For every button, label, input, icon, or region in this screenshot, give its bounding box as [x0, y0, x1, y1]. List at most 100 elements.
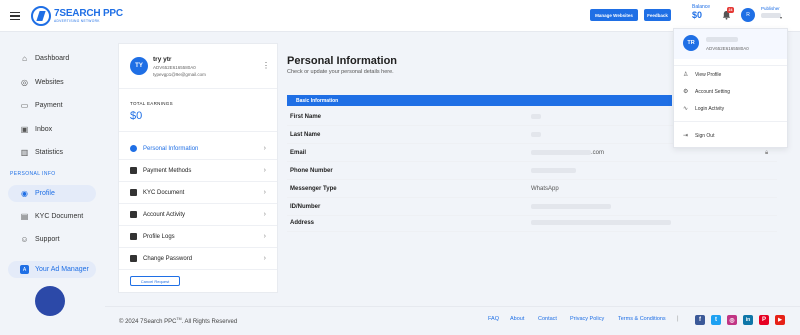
balance-display: Balance $0: [692, 4, 710, 20]
basic-information-header: Basic Information: [287, 95, 672, 106]
total-earnings-value: $0: [130, 110, 143, 122]
ad-manager-button[interactable]: A Your Ad Manager: [8, 261, 96, 278]
field-value-blurred: [531, 168, 576, 173]
page-title: Personal Information: [287, 55, 398, 67]
sidebar-item-payment[interactable]: ▭ Payment: [8, 97, 96, 114]
profile-email: typevgp1@9e@gmail.com: [153, 72, 206, 77]
field-value-blurred: [531, 150, 591, 155]
menu-change-password[interactable]: Change Password ›: [119, 248, 277, 270]
info-row-messenger-type: Messenger Type WhatsApp: [287, 180, 777, 198]
manage-websites-button[interactable]: Manage Websites: [590, 9, 638, 21]
chevron-right-icon: ›: [263, 255, 266, 262]
sidebar-item-label: Dashboard: [35, 55, 70, 62]
profile-card: TY try ytr ADV652E6165580A0 typevgp1@9e@…: [118, 43, 278, 293]
menu-item-label: Sign Out: [695, 132, 715, 139]
field-value-blurred: [531, 204, 611, 209]
user-role[interactable]: Publisher: [761, 6, 780, 11]
menu-account-activity[interactable]: Account Activity ›: [119, 204, 277, 226]
menu-personal-information[interactable]: Personal Information ›: [119, 138, 277, 160]
support-icon: ☺: [20, 235, 29, 244]
menu-label: Change Password: [143, 255, 193, 262]
info-row-phone-number: Phone Number: [287, 162, 777, 180]
sidebar-item-label: Support: [35, 236, 60, 243]
chat-widget-icon[interactable]: [35, 286, 65, 316]
chevron-right-icon: ›: [263, 189, 266, 196]
sidebar-item-label: Profile: [35, 190, 55, 197]
field-value-blurred: [531, 132, 541, 137]
footer: © 2024 7Search PPCTM. All Rights Reserve…: [105, 306, 800, 335]
dropdown-name-blurred: [706, 37, 738, 42]
page-subtitle: Check or update your personal details he…: [287, 69, 394, 75]
chevron-right-icon: ›: [263, 211, 266, 218]
globe-icon: ◎: [21, 78, 28, 87]
logo[interactable]: 7SEARCH PPC ADVERTISING NETWORK: [31, 5, 123, 27]
lock-icon: 🔒︎: [765, 150, 769, 156]
field-label: Email: [290, 149, 307, 156]
footer-link-privacy-policy[interactable]: Privacy Policy: [570, 316, 604, 322]
menu-item-account-setting[interactable]: ⚙︎ Account Setting: [674, 84, 787, 99]
footer-link-about[interactable]: About: [510, 316, 524, 322]
bar-chart-icon: ▥: [20, 148, 29, 157]
field-value-blurred: [531, 220, 671, 225]
divider: [119, 88, 277, 89]
home-icon: ⌂: [22, 54, 27, 63]
kebab-menu-icon[interactable]: ⋮: [262, 62, 270, 70]
footer-link-terms[interactable]: Terms & Conditions: [618, 316, 666, 322]
linkedin-icon[interactable]: in: [743, 315, 753, 325]
inbox-icon: ▣: [20, 125, 29, 134]
notification-badge: 24: [727, 7, 734, 13]
menu-profile-logs[interactable]: Profile Logs ›: [119, 226, 277, 248]
sidebar-item-kyc-document[interactable]: ▤ KYC Document: [8, 208, 96, 225]
total-earnings-label: TOTAL EARNINGS: [130, 101, 173, 106]
sidebar-item-label: Statistics: [35, 149, 64, 156]
footer-link-contact[interactable]: Contact: [538, 316, 557, 322]
instagram-icon[interactable]: ◎: [727, 315, 737, 325]
logo-subtitle: ADVERTISING NETWORK: [54, 18, 100, 23]
logout-icon: ⇥: [683, 132, 689, 139]
sidebar-item-statistics[interactable]: ▥ Statistics: [8, 144, 96, 161]
sidebar-item-websites[interactable]: ◎ Websites: [8, 74, 96, 91]
field-value: .com: [591, 149, 605, 156]
youtube-icon[interactable]: ▶: [775, 315, 785, 325]
sidebar-item-profile[interactable]: ◉ Profile: [8, 185, 96, 202]
dropdown-header: TR ADV652E6165580A0: [674, 29, 787, 59]
menu-item-sign-out[interactable]: ⇥ Sign Out: [674, 128, 787, 143]
balance-value: $0: [692, 9, 703, 20]
twitter-icon[interactable]: t: [711, 315, 721, 325]
sidebar-item-inbox[interactable]: ▣ Inbox: [8, 121, 96, 138]
user-avatar[interactable]: R: [741, 8, 755, 22]
field-label: Messenger Type: [290, 185, 337, 192]
lock-icon: [130, 255, 137, 262]
footer-link-faq[interactable]: FAQ: [488, 316, 499, 322]
hamburger-menu-icon[interactable]: [10, 12, 20, 21]
chevron-right-icon: ›: [263, 233, 266, 240]
user-name-blurred[interactable]: [761, 13, 781, 18]
profile-name: try ytr: [153, 56, 172, 63]
footer-separator: |: [677, 316, 679, 322]
copyright-text: © 2024 7Search PPC: [119, 319, 177, 325]
sidebar-item-dashboard[interactable]: ⌂ Dashboard: [8, 50, 96, 67]
section-label-personal-info: PERSONAL INFO: [10, 171, 56, 177]
menu-item-view-profile[interactable]: ♙ View Profile: [674, 67, 787, 82]
dropdown-user-id: ADV652E6165580A0: [706, 46, 749, 51]
cancel-request-button[interactable]: Cancel Request: [130, 276, 180, 286]
activity-icon: [130, 211, 137, 218]
sidebar: ⌂ Dashboard ◎ Websites ▭ Payment ▣ Inbox…: [0, 32, 105, 335]
chevron-down-icon[interactable]: ▾: [780, 15, 782, 20]
divider: [674, 65, 787, 66]
facebook-icon[interactable]: f: [695, 315, 705, 325]
field-value: WhatsApp: [531, 185, 559, 192]
user-icon: ♙: [683, 71, 689, 78]
pinterest-icon[interactable]: P: [759, 315, 769, 325]
users-icon: [130, 233, 137, 240]
menu-payment-methods[interactable]: Payment Methods ›: [119, 160, 277, 182]
menu-item-login-activity[interactable]: ∿ Login Activity: [674, 101, 787, 116]
profile-id: ADV652E6165580A0: [153, 65, 196, 70]
sidebar-item-support[interactable]: ☺ Support: [8, 231, 96, 248]
menu-kyc-document[interactable]: KYC Document ›: [119, 182, 277, 204]
sidebar-item-label: Websites: [35, 79, 64, 86]
field-label: Phone Number: [290, 167, 333, 174]
user-info-icon: [130, 145, 137, 152]
wallet-icon: ▭: [20, 101, 29, 110]
feedback-button[interactable]: Feedback: [644, 9, 671, 21]
